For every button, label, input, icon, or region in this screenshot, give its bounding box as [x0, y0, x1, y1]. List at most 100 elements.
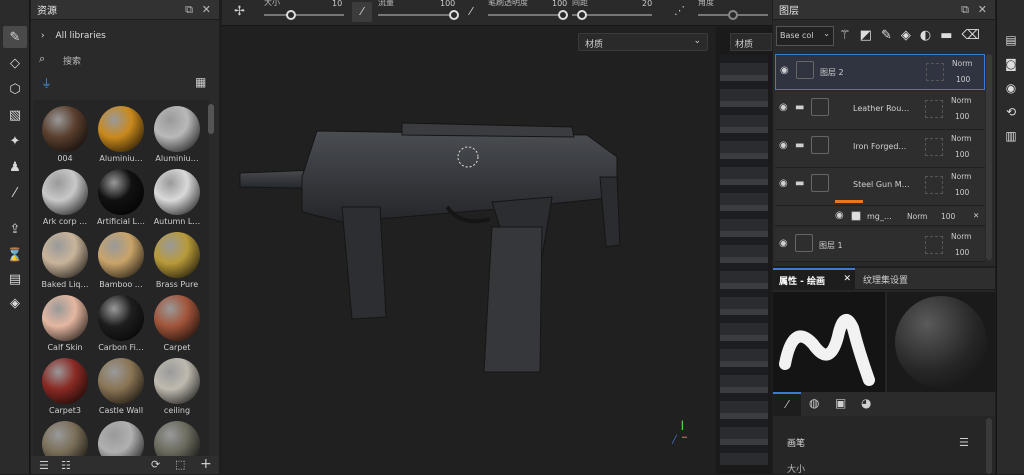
blend-mode[interactable]: Norm: [952, 59, 972, 68]
material-tile[interactable]: [149, 421, 205, 456]
material-tile[interactable]: Carpet3: [37, 358, 93, 418]
smart-material-icon[interactable]: ◐: [920, 28, 940, 43]
material-tile[interactable]: Aluminiu…: [93, 106, 149, 166]
blend-mode[interactable]: Norm: [951, 134, 971, 143]
polygon-fill-icon[interactable]: ▧: [3, 104, 27, 126]
color-picker-icon[interactable]: ⁄: [3, 182, 27, 204]
material-tile[interactable]: Aluminiu…: [149, 106, 205, 166]
size-slider-handle[interactable]: [286, 10, 296, 20]
document-icon[interactable]: ▤: [3, 268, 27, 290]
add-icon[interactable]: +: [200, 456, 212, 472]
blend-mode[interactable]: Norm: [951, 232, 971, 241]
blend-mode[interactable]: Norm: [951, 172, 971, 181]
blend-mode[interactable]: Norm: [951, 96, 971, 105]
camera-dock-icon[interactable]: ◙: [1003, 56, 1019, 72]
cube-icon[interactable]: ◈: [3, 292, 27, 314]
close-icon[interactable]: ✕: [843, 274, 851, 284]
alpha-tab-icon[interactable]: ◍: [809, 396, 819, 410]
mask-icon[interactable]: ◩: [860, 28, 881, 43]
trash-icon[interactable]: ⌫: [962, 28, 989, 43]
brush-tab-icon[interactable]: ⁄: [773, 392, 801, 416]
layer-mask-slot[interactable]: [925, 236, 943, 254]
library-icon[interactable]: ☷: [61, 459, 71, 472]
layer-opacity[interactable]: 100: [955, 112, 969, 121]
layer-mask-slot[interactable]: [925, 176, 943, 194]
channel-select[interactable]: Base col ⌄: [776, 26, 834, 46]
search-field[interactable]: ⌕ 搜索: [39, 52, 211, 68]
material-tile[interactable]: Carpet: [149, 295, 205, 355]
material-tile[interactable]: Brass Pure: [149, 232, 205, 292]
close-icon[interactable]: ✕: [978, 3, 987, 16]
opacity-pen-icon[interactable]: ⁄: [470, 5, 472, 18]
material-tile[interactable]: Ark corp …: [37, 169, 93, 229]
display-settings-icon[interactable]: ◉: [1003, 80, 1019, 96]
library-breadcrumb[interactable]: › All libraries: [41, 31, 106, 41]
tab-paint-properties[interactable]: 属性 - 绘画 ✕: [773, 268, 855, 290]
layers-dock-icon[interactable]: ▤: [1003, 32, 1019, 48]
geometry-mask-icon[interactable]: ✦: [3, 130, 27, 152]
uv-viewport[interactable]: 材质: [716, 27, 772, 474]
flow-slider-handle[interactable]: [449, 10, 459, 20]
eraser-icon[interactable]: ◇: [3, 52, 27, 74]
material-tile[interactable]: [93, 421, 149, 456]
3d-viewport[interactable]: 材质 ⌄ ┃ ━ ╱: [222, 27, 715, 474]
layer-row[interactable]: ◉ mg_… Norm 100 ✕: [775, 206, 985, 226]
visibility-eye-icon[interactable]: ◉: [779, 178, 788, 189]
size-slider[interactable]: [264, 14, 344, 16]
material-tile[interactable]: 004: [37, 106, 93, 166]
undock-icon[interactable]: ⧉: [185, 3, 193, 17]
import-icon[interactable]: ☰: [39, 459, 49, 472]
flow-slider[interactable]: [378, 14, 458, 16]
menu-icon[interactable]: ☰: [959, 436, 969, 449]
layer-row[interactable]: ◉ ▬ Steel Gun M… Norm 100: [775, 168, 985, 206]
layer-mask-slot[interactable]: [925, 138, 943, 156]
opacity-slider-handle[interactable]: [558, 10, 568, 20]
layer-opacity[interactable]: 100: [955, 188, 969, 197]
visibility-eye-icon[interactable]: ◉: [779, 140, 788, 151]
layer-opacity[interactable]: 100: [956, 75, 970, 84]
spacing-slider-handle[interactable]: [577, 10, 587, 20]
layer-row[interactable]: ◉ ▬ Iron Forged… Norm 100: [775, 130, 985, 168]
history-icon[interactable]: ⟲: [1003, 104, 1019, 120]
layer-row[interactable]: ◉ ▬ Leather Rou… Norm 100: [775, 92, 985, 130]
flow-pen-icon[interactable]: ⁄: [352, 2, 372, 22]
layer-mask-slot[interactable]: [926, 63, 944, 81]
layer-opacity[interactable]: 100: [955, 150, 969, 159]
stencil-tab-icon[interactable]: ▣: [835, 396, 846, 410]
visibility-eye-icon[interactable]: ◉: [835, 210, 844, 221]
uv-material-dropdown[interactable]: 材质: [730, 33, 772, 51]
grid-view-icon[interactable]: ▦: [195, 75, 206, 89]
tab-texture-set-settings[interactable]: 纹理集设置: [863, 273, 908, 286]
close-icon[interactable]: ✕: [202, 3, 211, 16]
angle-slider-handle[interactable]: [728, 10, 738, 20]
layer-mask-slot[interactable]: [925, 100, 943, 118]
material-tile[interactable]: Calf Skin: [37, 295, 93, 355]
material-tile[interactable]: Bamboo …: [93, 232, 149, 292]
angle-icon[interactable]: ⋰: [674, 4, 685, 17]
filter-icon[interactable]: ⏚: [41, 75, 52, 91]
material-tile[interactable]: Autumn L…: [149, 169, 205, 229]
material-tab-icon[interactable]: ◕: [861, 396, 871, 410]
layer-opacity[interactable]: 100: [941, 212, 955, 221]
export-icon[interactable]: ⇪: [3, 218, 27, 240]
material-tile[interactable]: ceiling: [149, 358, 205, 418]
fill-layer-icon[interactable]: ◈: [901, 28, 920, 43]
layer-row[interactable]: ◉ 图层 1 Norm 100: [775, 228, 985, 262]
layers-scrollbar[interactable]: [986, 54, 992, 260]
opacity-slider[interactable]: [488, 14, 568, 16]
material-tile[interactable]: Carbon Fi…: [93, 295, 149, 355]
undock-icon[interactable]: ⧉: [961, 3, 969, 17]
visibility-eye-icon[interactable]: ◉: [779, 102, 788, 113]
brush-preset-icon[interactable]: ✢: [234, 4, 245, 19]
layer-opacity[interactable]: 100: [955, 248, 969, 257]
visibility-eye-icon[interactable]: ◉: [779, 238, 788, 249]
brush-icon[interactable]: ✎: [3, 26, 27, 48]
scrollbar-thumb[interactable]: [208, 104, 214, 134]
material-tile[interactable]: [37, 421, 93, 456]
new-folder-icon[interactable]: ⬚: [175, 458, 185, 471]
bake-icon[interactable]: ⌛: [3, 244, 27, 266]
material-tile[interactable]: Baked Liq…: [37, 232, 93, 292]
material-tile[interactable]: Castle Wall: [93, 358, 149, 418]
visibility-eye-icon[interactable]: ◉: [780, 65, 789, 76]
effect-icon[interactable]: ⚚: [839, 28, 860, 43]
